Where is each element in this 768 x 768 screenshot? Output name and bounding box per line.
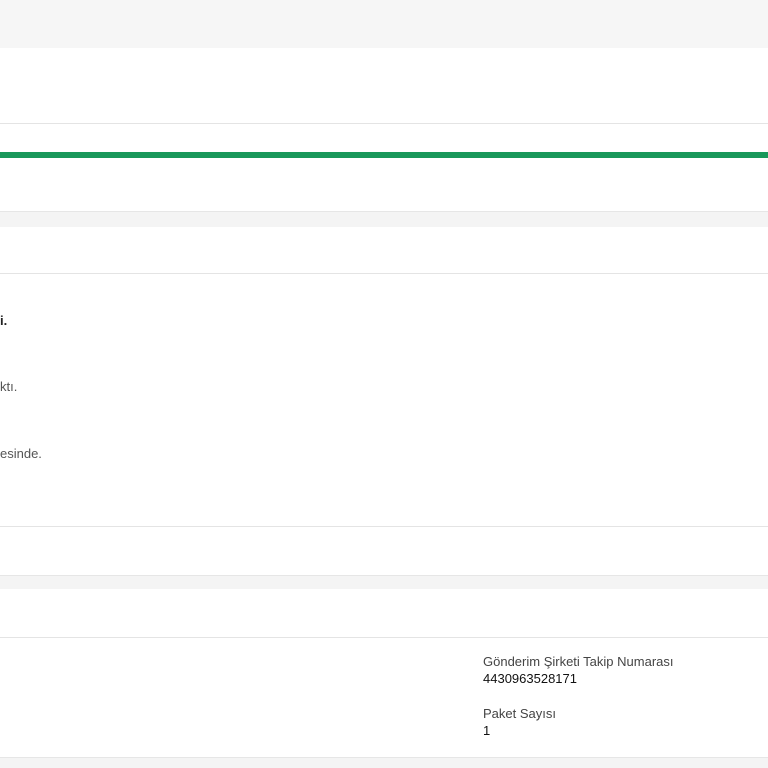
tracking-number-value: 4430963528171 <box>483 671 577 686</box>
tracking-history-card: i. ktı. esinde. <box>0 227 768 576</box>
delivery-progress-bar <box>0 152 768 158</box>
order-status-card <box>0 48 768 212</box>
package-count-label: Paket Sayısı <box>483 706 556 721</box>
card-header <box>0 589 768 638</box>
divider <box>0 123 768 124</box>
card-header <box>0 227 768 274</box>
top-bar <box>0 0 768 48</box>
package-count-value: 1 <box>483 723 491 738</box>
timeline-event: i. <box>0 313 8 328</box>
shipment-details-card: Gönderim Şirketi Takip Numarası 44309635… <box>0 589 768 758</box>
timeline-event: esinde. <box>0 446 42 461</box>
timeline-event: ktı. <box>0 379 18 394</box>
divider <box>0 526 768 527</box>
package-count-field: Paket Sayısı 1 <box>483 706 556 740</box>
tracking-number-label: Gönderim Şirketi Takip Numarası <box>483 654 674 669</box>
progress-fill <box>0 152 768 158</box>
tracking-number-field: Gönderim Şirketi Takip Numarası 44309635… <box>483 654 674 688</box>
